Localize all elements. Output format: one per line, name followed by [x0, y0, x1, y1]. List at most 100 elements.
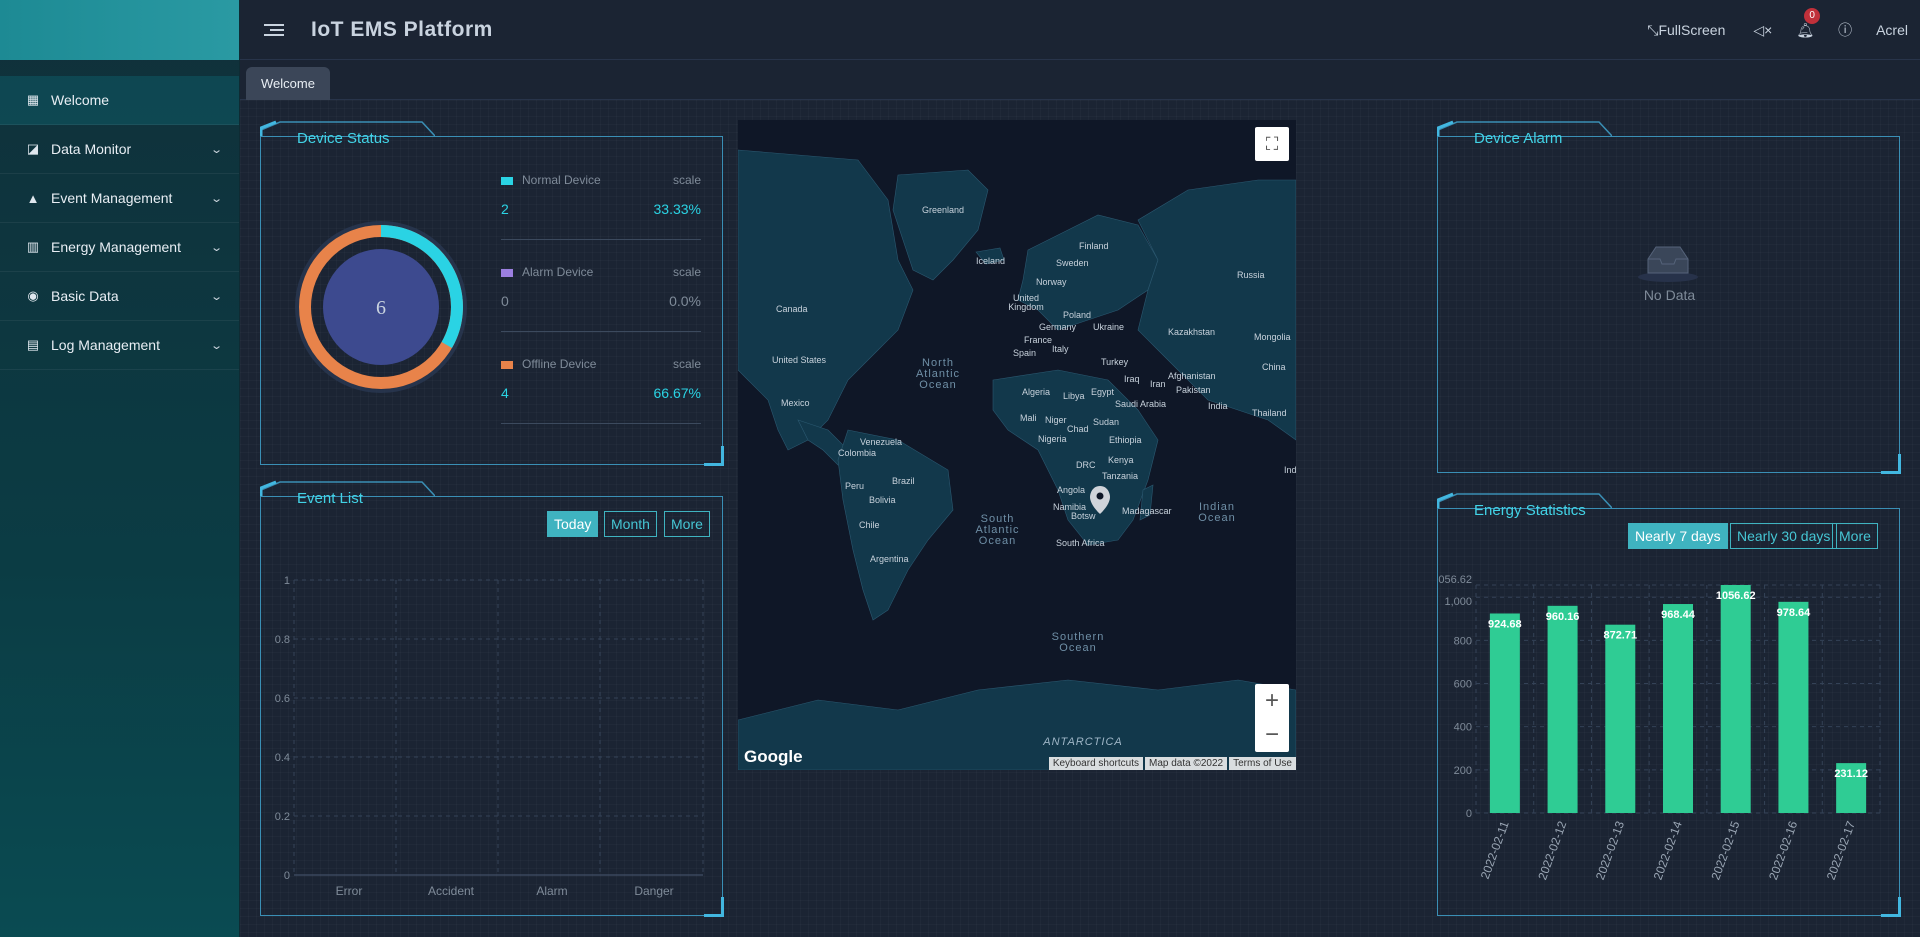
sidebar-item-welcome[interactable]: ▦ Welcome — [0, 76, 239, 125]
map-label: Algeria — [1022, 387, 1051, 397]
map-label: Poland — [1063, 310, 1092, 320]
data-label: 968.44 — [1661, 609, 1696, 621]
map-label: Brazil — [892, 476, 915, 486]
legend-normal: Normal Device scale 2 33.33% — [501, 173, 701, 240]
notification-badge: 0 — [1804, 7, 1820, 24]
today-button[interactable]: Today — [547, 511, 599, 537]
bell-icon: 🔔︎ — [1796, 21, 1815, 38]
fullscreen-button[interactable]: ⤡FullScreen — [1647, 22, 1725, 39]
header: IoT EMS Platform ⤡FullScreen ◁× 🔔︎ 0 ⓘ A… — [240, 0, 1920, 60]
map-label: Mali — [1020, 413, 1037, 423]
bar-chart-icon: ▥ — [26, 239, 40, 254]
tab-bar: Welcome — [240, 60, 1920, 100]
bar[interactable] — [1489, 613, 1520, 813]
legend-scale: scale — [672, 173, 701, 187]
device-status-title: Device Status — [297, 130, 390, 147]
map-label: Saudi Arabia — [1115, 399, 1167, 409]
x-tick-label: 2022-02-16 — [1766, 819, 1800, 882]
ocean-label: Indian Ocean — [1198, 501, 1236, 524]
map-label: Egypt — [1091, 387, 1115, 397]
notification-button[interactable]: 🔔︎ 0 — [1796, 7, 1820, 39]
map-label: Greenland — [922, 205, 965, 215]
map-label: Canada — [776, 304, 808, 314]
energy-more-button[interactable]: More — [1832, 523, 1878, 549]
map-fullscreen-button[interactable]: ⛶ — [1255, 127, 1289, 161]
chevron-down-icon: ⌄ — [209, 192, 223, 205]
legend-scale: scale — [672, 265, 701, 279]
keyboard-shortcuts-link[interactable]: Keyboard shortcuts — [1048, 757, 1143, 770]
world-map[interactable]: Greenland Iceland Finland Sweden Norway … — [738, 120, 1296, 770]
map-label: Iraq — [1124, 374, 1140, 384]
ocean-label: North Atlantic Ocean — [915, 357, 961, 391]
bar[interactable] — [1663, 604, 1693, 813]
data-label: 978.64 — [1777, 607, 1812, 619]
event-more-button[interactable]: More — [664, 511, 710, 537]
terms-link[interactable]: Terms of Use — [1229, 757, 1296, 770]
user-menu[interactable]: Acrel — [1876, 22, 1908, 38]
x-tick-label: 2022-02-11 — [1478, 819, 1512, 881]
map-label: Finland — [1079, 241, 1109, 251]
sidebar-item-label: Basic Data — [51, 288, 119, 304]
data-label: 960.16 — [1546, 611, 1580, 623]
sound-icon[interactable]: ◁× — [1753, 22, 1772, 39]
map-label: Madagascar — [1122, 506, 1172, 516]
fullscreen-label: FullScreen — [1658, 21, 1726, 38]
panel-corner — [1881, 454, 1901, 474]
chevron-down-icon: ⌄ — [209, 241, 223, 254]
zoom-in-button[interactable]: + — [1255, 684, 1289, 718]
data-label: 1056.62 — [1716, 590, 1756, 602]
bar[interactable] — [1605, 624, 1636, 813]
map-label: Chile — [859, 520, 880, 530]
map-label: Mexico — [781, 398, 810, 408]
tab-welcome[interactable]: Welcome — [246, 67, 330, 100]
map-label: Mongolia — [1254, 332, 1291, 342]
nearly-30-days-button[interactable]: Nearly 30 days — [1730, 523, 1838, 549]
legend-alarm: Alarm Device scale 0 0.0% — [501, 265, 701, 332]
legend-label: Alarm Device — [522, 265, 594, 279]
map-data-link[interactable]: Map data ©2022 — [1145, 757, 1228, 770]
y-max-label: 1,056.62 — [1438, 574, 1472, 586]
legend-offline: Offline Device scale 4 66.67% — [501, 357, 701, 424]
divider — [501, 423, 701, 424]
map-label: Kazakhstan — [1168, 327, 1216, 337]
x-tick-label: Accident — [428, 884, 475, 898]
sidebar-item-label: Data Monitor — [51, 141, 132, 157]
sidebar-item-event-management[interactable]: ▲ Event Management ⌄ — [0, 174, 239, 223]
map-label: Ethiopia — [1109, 435, 1142, 445]
chevron-down-icon: ⌄ — [209, 339, 223, 352]
warning-icon: ▲ — [26, 190, 40, 206]
map-label: Iran — [1150, 379, 1166, 389]
zoom-out-button[interactable]: − — [1255, 718, 1289, 752]
sidebar-item-log-management[interactable]: ▤ Log Management ⌄ — [0, 321, 239, 370]
x-tick-label: 2022-02-14 — [1651, 819, 1685, 882]
bar[interactable] — [1778, 601, 1809, 813]
data-monitor-icon: ◪ — [26, 141, 40, 156]
map-label: Libya — [1063, 391, 1085, 401]
sidebar-item-basic-data[interactable]: ◉ Basic Data ⌄ — [0, 272, 239, 321]
x-tick-label: Alarm — [536, 884, 567, 898]
legend-count: 0 — [501, 293, 509, 309]
nearly-7-days-button[interactable]: Nearly 7 days — [1628, 523, 1728, 549]
bar[interactable] — [1547, 605, 1578, 813]
legend-scale: scale — [672, 357, 701, 371]
map-label: Tanzania — [1102, 471, 1139, 481]
bar[interactable] — [1720, 585, 1751, 813]
sidebar-item-label: Welcome — [51, 92, 110, 108]
month-button[interactable]: Month — [604, 511, 657, 537]
sidebar-item-data-monitor[interactable]: ◪ Data Monitor ⌄ — [0, 125, 239, 174]
event-chart: 1 0.8 0.6 0.4 0.2 0 Error Accident Alarm… — [275, 575, 704, 898]
google-logo: Google — [744, 747, 803, 766]
map-footer: Keyboard shortcuts Map data ©2022 Terms … — [1047, 757, 1296, 770]
map-label: Peru — [845, 481, 865, 491]
divider — [501, 331, 701, 332]
x-tick-label: Error — [336, 884, 363, 898]
data-label: 872.71 — [1603, 630, 1637, 642]
help-icon[interactable]: ⓘ — [1838, 20, 1852, 40]
sidebar: ▦ Welcome ◪ Data Monitor ⌄ ▲ Event Manag… — [0, 0, 240, 937]
ocean-label: ANTARCTICA — [1043, 736, 1123, 748]
header-actions: ⤡FullScreen ◁× 🔔︎ 0 ⓘ Acrel — [1647, 0, 1920, 60]
sidebar-item-energy-management[interactable]: ▥ Energy Management ⌄ — [0, 223, 239, 272]
welcome-icon: ▦ — [26, 92, 40, 107]
menu-toggle-icon[interactable] — [264, 21, 284, 39]
map-label: Italy — [1052, 344, 1069, 354]
